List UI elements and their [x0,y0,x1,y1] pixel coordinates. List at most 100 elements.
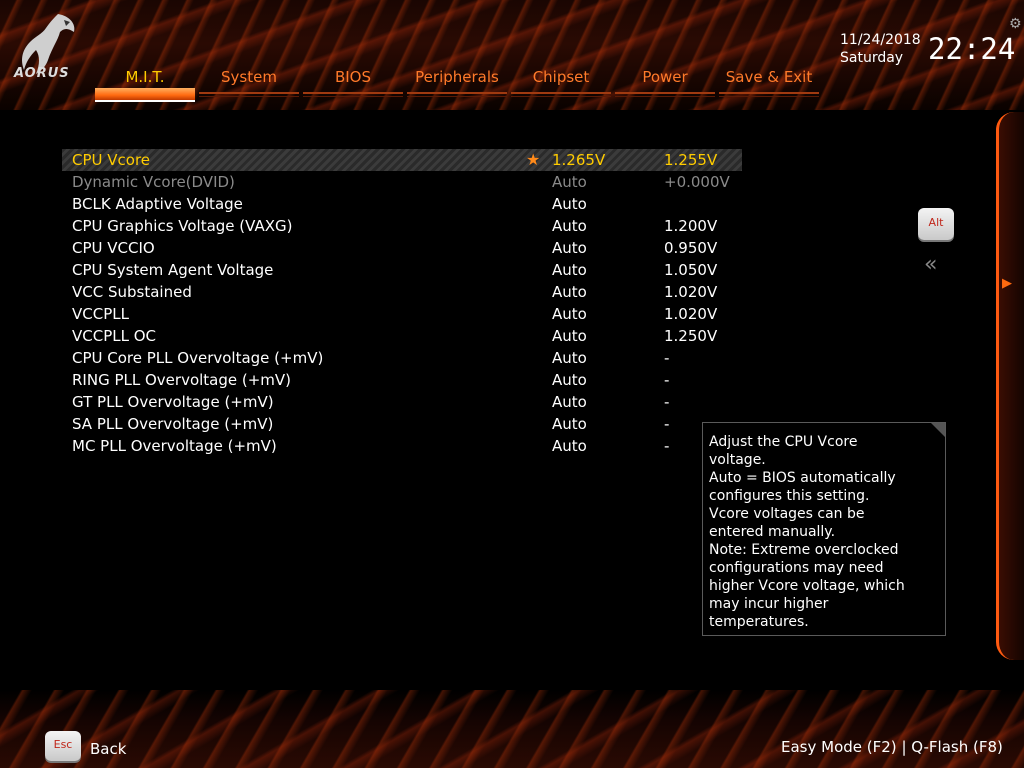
tab-line [719,92,819,94]
setting-value[interactable]: Auto [552,281,587,303]
setting-row-dynamic-vcore: Dynamic Vcore(DVID) Auto +0.000V [0,171,760,193]
tab-label: Peripherals [415,68,499,86]
tab-line [303,92,403,94]
help-text-line: Note: Extreme overclocked [709,542,899,558]
help-text-line: Vcore voltages can be [709,506,865,522]
side-panel-tab[interactable]: ▶ [996,112,1024,660]
tab-label: M.I.T. [125,68,165,86]
setting-value[interactable]: Auto [552,347,587,369]
setting-name: Dynamic Vcore(DVID) [72,173,235,191]
setting-row-sa-pll[interactable]: SA PLL Overvoltage (+mV) Auto - [0,413,760,435]
help-text-line: may incur higher [709,596,829,612]
tab-bios[interactable]: BIOS [303,64,403,98]
setting-current: 0.950V [664,239,718,257]
tab-line [719,96,819,97]
tab-chipset[interactable]: Chipset [511,64,611,98]
setting-current: - [664,393,670,411]
tab-peripherals[interactable]: Peripherals [407,64,507,98]
help-text-line: entered manually. [709,524,836,540]
setting-row-vaxg[interactable]: CPU Graphics Voltage (VAXG) Auto 1.200V [0,215,760,237]
setting-value[interactable]: Auto [552,193,587,215]
setting-current: 1.255V [664,151,718,169]
setting-row-vccpll-oc[interactable]: VCCPLL OC Auto 1.250V [0,325,760,347]
setting-value[interactable]: Auto [552,325,587,347]
tab-label: BIOS [334,68,372,86]
setting-name: CPU VCCIO [72,239,155,257]
tab-line [199,96,299,97]
chevron-right-icon: ▶ [1002,276,1012,291]
setting-value[interactable]: Auto [552,259,587,281]
setting-name: VCCPLL [72,305,129,323]
help-corner [931,423,945,437]
tab-label: Chipset [532,68,590,86]
setting-value[interactable]: Auto [552,413,587,435]
setting-value[interactable]: 1.265V [552,149,605,171]
tab-line [407,92,507,94]
setting-current: - [664,437,670,455]
setting-row-vccpll[interactable]: VCCPLL Auto 1.020V [0,303,760,325]
day-text: Saturday [840,50,904,66]
setting-current: - [664,371,670,389]
esc-button[interactable]: Esc [45,731,81,761]
setting-current: +0.000V [664,173,730,191]
setting-name: VCCPLL OC [72,327,157,345]
setting-name: CPU Core PLL Overvoltage (+mV) [72,349,324,367]
tab-label: Save & Exit [725,68,813,86]
qflash-button[interactable]: Q-Flash (F8) [911,738,1003,756]
collapse-icon[interactable]: « [924,252,938,277]
setting-value[interactable]: Auto [552,435,587,457]
main-tabs: M.I.T. System BIOS Peripherals Chipset P… [95,64,823,102]
setting-name: GT PLL Overvoltage (+mV) [72,393,274,411]
setting-name: CPU Graphics Voltage (VAXG) [72,217,293,235]
tab-save-exit[interactable]: Save & Exit [719,64,819,98]
tab-line [303,96,403,97]
setting-row-vccio[interactable]: CPU VCCIO Auto 0.950V [0,237,760,259]
easy-mode-button[interactable]: Easy Mode (F2) [781,738,897,756]
setting-row-gt-pll[interactable]: GT PLL Overvoltage (+mV) Auto - [0,391,760,413]
tab-active-bar [95,88,195,100]
setting-row-system-agent[interactable]: CPU System Agent Voltage Auto 1.050V [0,259,760,281]
setting-value[interactable]: Auto [552,237,587,259]
help-text-line: Adjust the CPU Vcore [709,434,858,450]
setting-current: 1.250V [664,327,718,345]
time-display: 22:24 [928,32,1016,66]
alt-button[interactable]: Alt [918,208,954,240]
tab-label: Power [642,68,688,86]
setting-current: 1.050V [664,261,718,279]
setting-value[interactable]: Auto [552,303,587,325]
gear-icon[interactable]: ⚙ [1009,16,1022,32]
setting-current: 1.200V [664,217,718,235]
tab-mit[interactable]: M.I.T. [95,64,195,102]
help-text-line: configures this setting. [709,488,870,504]
footer-shortcuts: Easy Mode (F2) | Q-Flash (F8) [781,738,1003,756]
setting-name: CPU System Agent Voltage [72,261,274,279]
setting-current: - [664,349,670,367]
setting-name: VCC Substained [72,283,192,301]
tab-system[interactable]: System [199,64,299,98]
star-icon: ★ [526,150,541,169]
help-panel: Adjust the CPU Vcore voltage. Auto = BIO… [702,422,946,636]
help-text-line: temperatures. [709,614,809,630]
setting-value[interactable]: Auto [552,391,587,413]
setting-row-ring-pll[interactable]: RING PLL Overvoltage (+mV) Auto - [0,369,760,391]
setting-name: CPU Vcore [72,151,151,169]
setting-value: Auto [552,173,587,191]
tab-line [407,96,507,97]
tab-line [511,96,611,97]
setting-row-bclk-adaptive[interactable]: BCLK Adaptive Voltage Auto [0,193,760,215]
setting-row-vcc-substained[interactable]: VCC Substained Auto 1.020V [0,281,760,303]
tab-line [615,92,715,94]
setting-current: 1.020V [664,283,718,301]
setting-row-mc-pll[interactable]: MC PLL Overvoltage (+mV) Auto - [0,435,760,457]
setting-row-core-pll[interactable]: CPU Core PLL Overvoltage (+mV) Auto - [0,347,760,369]
tab-line [199,92,299,94]
tab-power[interactable]: Power [615,64,715,98]
setting-value[interactable]: Auto [552,215,587,237]
footer-separator: | [901,738,907,756]
setting-row-cpu-vcore[interactable]: CPU Vcore ★ 1.265V 1.255V [62,149,742,171]
logo-text: AORUS [14,66,70,81]
back-button[interactable]: Back [90,740,126,758]
tab-underline [95,100,195,102]
setting-value[interactable]: Auto [552,369,587,391]
setting-current: 1.020V [664,305,718,323]
